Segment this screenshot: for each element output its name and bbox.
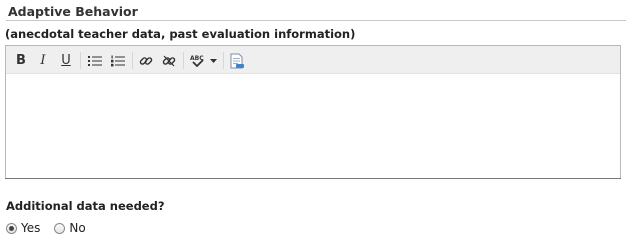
dropdown-arrow-icon [209,58,217,63]
numbered-list-button[interactable] [107,51,129,70]
rich-text-editor: B I U ABC [5,45,621,179]
insert-document-icon [230,53,244,68]
link-icon [139,56,153,65]
section-subtitle: (anecdotal teacher data, past evaluation… [5,27,356,41]
section-title: Adaptive Behavior [8,4,138,19]
toolbar-separator [80,52,81,69]
editor-toolbar: B I U ABC [6,46,620,74]
section-divider [6,20,626,21]
spellcheck-icon: ABC [190,55,204,67]
bold-button[interactable]: B [10,51,32,70]
bullet-list-button[interactable] [84,51,106,70]
bullet-list-icon [88,55,102,66]
radio-no-label: No [69,221,86,235]
link-button[interactable] [135,51,157,70]
unlink-button[interactable] [158,51,180,70]
radio-option-no[interactable]: No [54,221,86,235]
spellcheck-dropdown-button[interactable] [207,51,219,70]
toolbar-separator [132,52,133,69]
radio-no-circle[interactable] [54,222,66,234]
radio-yes-circle[interactable] [6,222,17,234]
additional-data-radio-group: Yes No [6,221,100,235]
italic-button[interactable]: I [32,51,54,70]
toolbar-separator [223,52,224,69]
additional-data-question: Additional data needed? [6,199,165,213]
editor-bottom-border [5,178,621,179]
underline-button[interactable]: U [55,51,77,70]
editor-text-area[interactable] [6,74,620,178]
radio-yes-label: Yes [21,221,41,235]
unlink-icon [162,55,176,66]
numbered-list-icon [111,55,125,66]
insert-document-button[interactable] [226,51,248,70]
toolbar-separator [183,52,184,69]
radio-option-yes[interactable]: Yes [6,221,40,235]
spellcheck-button[interactable]: ABC [187,51,207,70]
radio-selected-dot [9,225,14,231]
